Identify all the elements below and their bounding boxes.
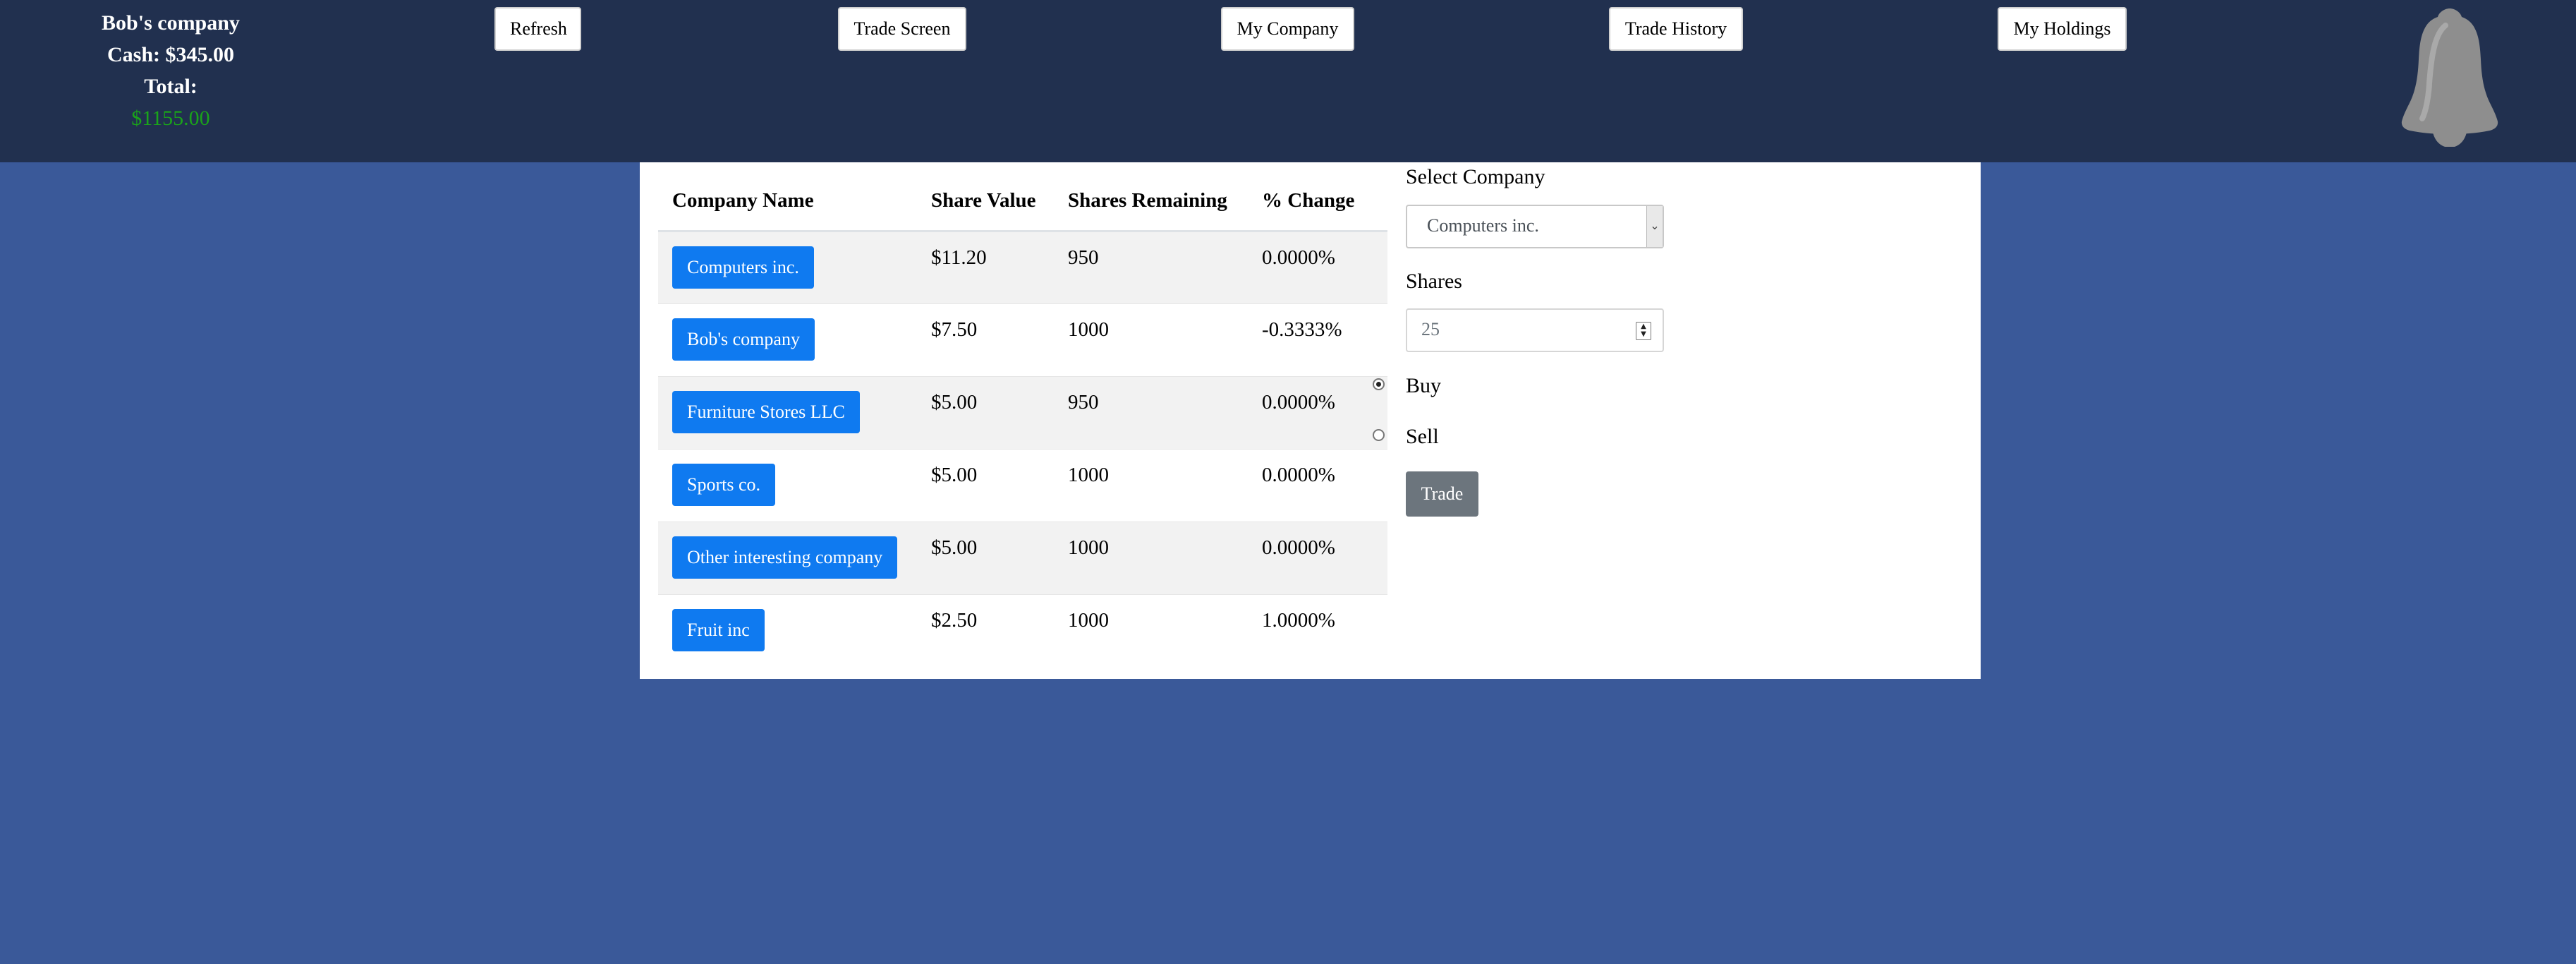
spinner-arrows-icon[interactable]: ▲ ▼ [1636,322,1651,340]
percent-change-cell: 0.0000% [1248,449,1387,522]
bell-icon[interactable] [2393,6,2507,147]
sell-radio[interactable] [1373,429,1385,441]
share-value-cell: $7.50 [917,303,1054,377]
trade-screen-button[interactable]: Trade Screen [838,7,966,51]
refresh-button[interactable]: Refresh [494,7,581,51]
percent-change-cell: 0.0000% [1248,231,1387,304]
cash-balance: Cash: $345.00 [107,43,234,66]
shares-remaining-cell: 950 [1054,231,1248,304]
share-value-cell: $11.20 [917,231,1054,304]
percent-change-cell: 0.0000% [1248,522,1387,595]
company-button[interactable]: Sports co. [672,464,775,506]
total-value: $1155.00 [131,107,210,130]
share-value-cell: $5.00 [917,522,1054,595]
share-value-cell: $5.00 [917,376,1054,450]
column-header-percent-change: % Change [1248,162,1387,232]
chevron-down-icon: ⌄ [1646,206,1663,247]
select-company-label: Select Company [1406,165,1545,188]
trade-panel: Company Name Share Value Shares Remainin… [640,162,1981,679]
table-header-row: Company Name Share Value Shares Remainin… [658,162,1387,232]
percent-change-cell: 1.0000% [1248,594,1387,668]
top-bar: Bob's company Cash: $345.00 Total: $1155… [0,0,2576,162]
shares-remaining-cell: 1000 [1054,449,1248,522]
column-header-share-value: Share Value [917,162,1054,232]
company-name: Bob's company [102,11,240,35]
buy-radio[interactable] [1373,378,1385,390]
company-select[interactable]: Computers inc. ⌄ [1406,205,1664,248]
shares-remaining-cell: 950 [1054,376,1248,450]
my-company-button[interactable]: My Company [1221,7,1354,51]
buy-option[interactable]: Buy [1373,374,1442,398]
trade-button[interactable]: Trade [1406,471,1478,517]
company-button[interactable]: Other interesting company [672,536,898,579]
shares-input[interactable]: 25 ▲ ▼ [1406,308,1664,352]
trade-history-button[interactable]: Trade History [1609,7,1743,51]
share-value-cell: $2.50 [917,594,1054,668]
company-table: Company Name Share Value Shares Remainin… [658,162,1387,668]
buy-label: Buy [1406,374,1442,397]
shares-remaining-cell: 1000 [1054,303,1248,377]
share-value-cell: $5.00 [917,449,1054,522]
table-row: Furniture Stores LLC $5.00 950 0.0000% [658,376,1387,450]
sell-label: Sell [1406,425,1439,448]
column-header-company-name: Company Name [658,162,917,232]
shares-input-value: 25 [1421,319,1440,339]
table-row: Computers inc. $11.20 950 0.0000% [658,231,1387,304]
sell-option[interactable]: Sell [1373,425,1439,449]
company-button[interactable]: Bob's company [672,318,815,361]
total-label: Total: [144,75,198,98]
company-button[interactable]: Furniture Stores LLC [672,391,860,433]
company-button[interactable]: Fruit inc [672,609,765,651]
column-header-shares-remaining: Shares Remaining [1054,162,1248,232]
percent-change-cell: 0.0000% [1248,376,1387,450]
table-row: Sports co. $5.00 1000 0.0000% [658,449,1387,522]
company-button[interactable]: Computers inc. [672,246,814,289]
table-row: Bob's company $7.50 1000 -0.3333% [658,303,1387,377]
percent-change-cell: -0.3333% [1248,303,1387,377]
shares-label: Shares [1406,270,1462,293]
company-select-value: Computers inc. [1427,215,1539,236]
company-summary: Bob's company Cash: $345.00 Total: $1155… [62,7,279,134]
table-row: Fruit inc $2.50 1000 1.0000% [658,594,1387,668]
shares-remaining-cell: 1000 [1054,594,1248,668]
table-row: Other interesting company $5.00 1000 0.0… [658,522,1387,595]
shares-remaining-cell: 1000 [1054,522,1248,595]
my-holdings-button[interactable]: My Holdings [1998,7,2127,51]
